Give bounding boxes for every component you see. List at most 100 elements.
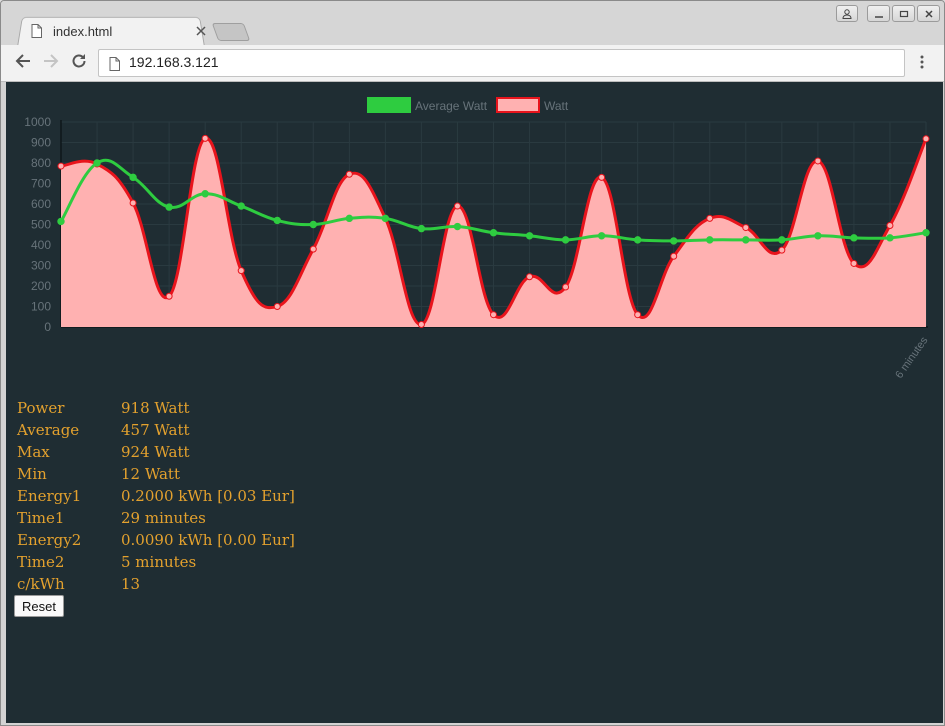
y-tick-label: 500 [31, 218, 51, 232]
data-point-watt [490, 311, 497, 319]
data-point-watt [670, 252, 678, 260]
data-point-average-watt [778, 236, 786, 244]
data-point-watt [201, 134, 209, 142]
back-button[interactable] [14, 54, 32, 72]
data-point-average-watt [489, 229, 498, 237]
legend-label: Average Watt [415, 99, 488, 113]
new-tab-button[interactable] [211, 23, 251, 41]
x-tick-label: 6 minutes [893, 334, 930, 380]
stat-value: 0.2000 kWh [0.03 Eur] [121, 487, 295, 505]
y-tick-label: 0 [44, 320, 51, 334]
data-point-watt [309, 245, 317, 253]
stat-row: Energy1 0.2000 kWh [0.03 Eur] [17, 485, 295, 507]
url-text[interactable]: 192.168.3.121 [129, 54, 219, 70]
y-tick-label: 900 [31, 136, 51, 150]
data-point-watt [453, 202, 461, 210]
data-point-watt [814, 157, 822, 165]
data-point-average-watt [345, 214, 354, 223]
stat-label: Time1 [17, 509, 65, 527]
y-tick-label: 400 [31, 238, 51, 252]
data-point-watt [886, 222, 894, 230]
stat-value: 13 [121, 575, 141, 593]
data-point-watt [742, 224, 750, 232]
tab-title: index.html [53, 23, 113, 39]
data-point-watt [778, 246, 786, 254]
data-point-average-watt [453, 222, 462, 231]
data-point-average-watt [417, 224, 426, 233]
forward-button[interactable] [42, 54, 60, 72]
y-tick-label: 200 [31, 279, 51, 293]
data-point-watt [922, 135, 930, 143]
stat-row: Max 924 Watt [17, 441, 295, 463]
browser-menu-button[interactable] [913, 54, 931, 72]
reload-icon [71, 53, 87, 73]
data-point-watt [417, 321, 425, 329]
kebab-menu-icon [920, 54, 924, 73]
maximize-icon [899, 4, 909, 23]
tab-content[interactable]: index.html [29, 19, 209, 43]
stat-row: Time2 5 minutes [17, 551, 295, 573]
stat-row: Min 12 Watt [17, 463, 295, 485]
browser-toolbar: 192.168.3.121 [1, 45, 944, 82]
data-point-watt [634, 311, 642, 319]
close-icon[interactable] [193, 23, 209, 39]
data-point-average-watt [129, 173, 137, 182]
y-tick-label: 300 [31, 259, 51, 273]
forward-arrow-icon [43, 53, 59, 73]
data-point-average-watt [633, 236, 642, 244]
stat-row: Time1 29 minutes [17, 507, 295, 529]
minimize-icon [874, 4, 884, 23]
data-point-watt [129, 199, 137, 207]
data-point-average-watt [525, 232, 534, 240]
data-point-watt [165, 292, 173, 300]
window-close-button[interactable] [917, 5, 940, 22]
data-point-average-watt [922, 229, 930, 237]
y-tick-label: 800 [31, 156, 51, 170]
stat-label: Average [17, 421, 80, 439]
data-point-average-watt [886, 234, 894, 242]
maximize-button[interactable] [892, 5, 915, 22]
data-point-average-watt [273, 216, 281, 225]
y-tick-label: 100 [31, 300, 51, 314]
reload-button[interactable] [70, 54, 88, 72]
back-arrow-icon [15, 53, 31, 73]
minimize-button[interactable] [867, 5, 890, 22]
stat-value: 0.0090 kWh [0.00 Eur] [121, 531, 295, 549]
data-point-average-watt [597, 232, 606, 240]
stat-value: 5 minutes [121, 553, 197, 571]
y-tick-label: 700 [31, 177, 51, 191]
reset-button[interactable]: Reset [14, 595, 64, 617]
stat-label: Power [17, 399, 65, 417]
data-point-average-watt [742, 236, 750, 244]
data-point-average-watt [309, 220, 317, 229]
data-point-average-watt [814, 232, 822, 240]
data-point-average-watt [201, 190, 209, 198]
address-bar[interactable]: 192.168.3.121 [98, 49, 905, 77]
data-point-average-watt [706, 236, 714, 244]
data-point-watt [526, 273, 534, 281]
y-tick-label: 600 [31, 197, 51, 211]
title-bar: index.html [1, 1, 944, 47]
legend-swatch [496, 97, 540, 113]
stat-label: Max [17, 443, 50, 461]
data-point-average-watt [850, 234, 858, 242]
stat-label: c/kWh [17, 575, 65, 593]
y-tick-label: 1000 [24, 115, 51, 129]
data-point-watt [562, 283, 570, 291]
user-icon [842, 4, 852, 23]
stat-label: Energy2 [17, 531, 82, 549]
browser-window: index.html 192.168.3.121 0 100 200 300 4… [0, 0, 945, 726]
stat-value: 924 Watt [121, 443, 190, 461]
stats-list: Power 918 Watt Average 457 Watt Max 924 Watt M… [17, 397, 295, 595]
stat-value: 29 minutes [121, 509, 206, 527]
page-content: 0 100 200 300 400 500 600 700 800 900 1000 Average … [6, 82, 943, 723]
data-point-watt [237, 267, 245, 275]
data-point-average-watt [57, 217, 65, 226]
stat-row: Energy2 0.0090 kWh [0.00 Eur] [17, 529, 295, 551]
stat-value: 12 Watt [121, 465, 180, 483]
legend-swatch [367, 97, 411, 113]
user-button[interactable] [836, 5, 858, 22]
data-point-watt [850, 259, 858, 267]
stat-label: Time2 [17, 553, 65, 571]
stat-label: Min [17, 465, 47, 483]
